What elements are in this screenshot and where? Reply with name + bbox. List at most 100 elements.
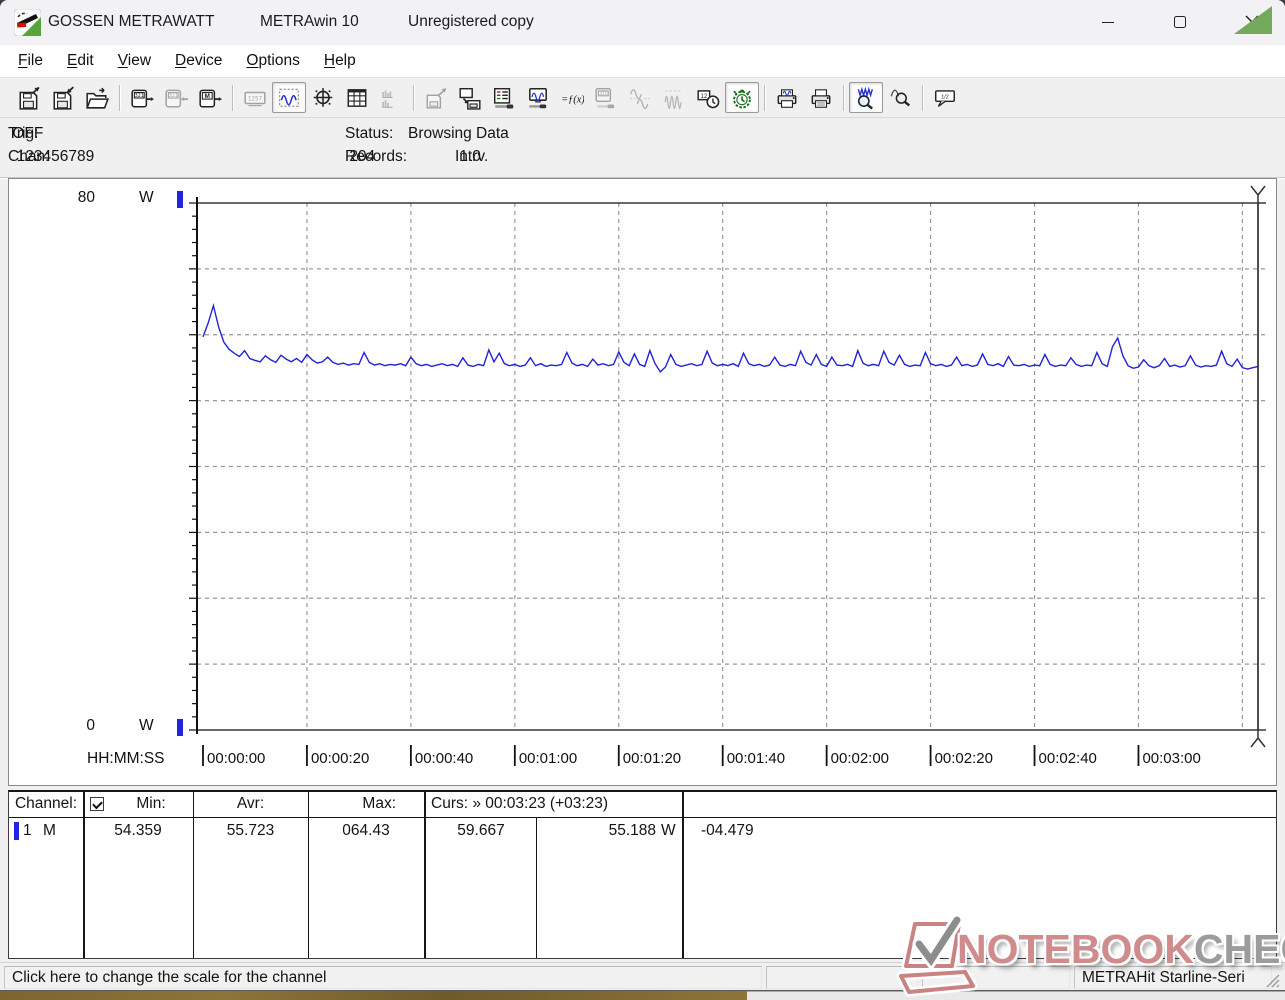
chart-panel[interactable]: 80 W 0 W HH:MM:SS 00:00:0000:00:2000:00:…	[8, 178, 1277, 786]
callout-icon: 1/2	[933, 86, 957, 110]
app-window: GOSSEN METRAWATT METRAwin 10 Unregistere…	[0, 0, 1285, 991]
chart-view-icon	[277, 86, 301, 110]
svg-text:12: 12	[700, 93, 707, 100]
channel-number: 1	[23, 822, 32, 840]
svg-text:1257: 1257	[248, 96, 263, 102]
open-file-button[interactable]	[80, 82, 114, 113]
store-config-icon	[458, 86, 482, 110]
y-axis-unit-top: W	[139, 189, 154, 207]
titlebar: GOSSEN METRAWATT METRAwin 10 Unregistere…	[0, 0, 1285, 45]
device-config-icon: 321	[594, 86, 618, 110]
y-axis-min-label: 0	[65, 717, 95, 735]
monitor-settings-button[interactable]	[521, 82, 555, 113]
table-divider	[682, 792, 684, 958]
cursor-handle-top[interactable]	[1251, 186, 1265, 203]
channel-settings-icon	[492, 86, 516, 110]
channel-min-value: 54.359	[83, 822, 193, 840]
sampling-icon	[662, 86, 686, 110]
timer-button[interactable]	[725, 82, 759, 113]
xy-view-icon	[311, 86, 335, 110]
col-header-min: Min:	[109, 795, 193, 813]
export-file-button[interactable]	[12, 82, 46, 113]
toolbar-separator	[917, 85, 928, 111]
menu-help-label: Help	[324, 52, 356, 69]
channel-scale-marker-top[interactable]	[177, 191, 183, 208]
x-axis-tick-label: 00:01:40	[727, 750, 785, 767]
formula-button[interactable]: =ƒ(x)	[555, 82, 589, 113]
statistics-view-button	[374, 82, 408, 113]
channel-mode: M	[43, 822, 56, 840]
table-divider	[308, 792, 309, 958]
menu-device[interactable]: Device	[163, 47, 234, 75]
cursor-handle-bottom[interactable]	[1251, 730, 1265, 747]
menubar: File Edit View Device Options Help	[0, 45, 1285, 78]
records-value: 204	[349, 148, 375, 166]
menu-view[interactable]: View	[106, 47, 163, 75]
print-preview-button[interactable]	[770, 82, 804, 113]
chart-view-button[interactable]	[272, 82, 306, 113]
print-button[interactable]	[804, 82, 838, 113]
menu-file[interactable]: File	[6, 47, 55, 75]
titlebar-license: Unregistered copy	[408, 13, 534, 31]
store-config-button[interactable]	[453, 82, 487, 113]
timer-icon	[730, 86, 754, 110]
menu-help[interactable]: Help	[312, 47, 368, 75]
channel-visible-checkbox[interactable]	[90, 797, 104, 811]
annotation-button[interactable]: 1/2	[928, 82, 962, 113]
status-label: Status:	[345, 125, 393, 143]
resize-grip-icon[interactable]	[1265, 973, 1280, 988]
y-axis-unit-bottom: W	[139, 717, 154, 735]
print-chart-icon	[775, 86, 799, 110]
analog-output-button	[623, 82, 657, 113]
col-header-channel: Channel:	[9, 795, 83, 813]
toolbar-separator	[227, 85, 238, 111]
xy-view-button[interactable]	[306, 82, 340, 113]
table-header-divider	[9, 817, 1276, 818]
zoom-curve-button[interactable]	[883, 82, 917, 113]
table-divider	[83, 792, 85, 958]
x-axis-tick-label: 00:02:40	[1039, 750, 1097, 767]
minimize-icon	[1102, 22, 1114, 23]
menu-edit[interactable]: Edit	[55, 47, 106, 75]
app-logo-icon	[14, 9, 41, 36]
svg-text:321: 321	[169, 93, 178, 99]
zoom-curve-icon	[888, 86, 912, 110]
statusbar-section-2	[766, 966, 918, 989]
statusbar-section-3	[922, 966, 1070, 989]
menu-device-label: Device	[175, 52, 222, 69]
zoom-wave-button[interactable]	[849, 82, 883, 113]
channel-settings-button[interactable]	[487, 82, 521, 113]
menu-edit-label: Edit	[67, 52, 94, 69]
minimize-button[interactable]	[1085, 5, 1131, 39]
import-file-button[interactable]	[46, 82, 80, 113]
sampling-button	[657, 82, 691, 113]
statusbar-hint[interactable]: Click here to change the scale for the c…	[4, 966, 762, 989]
statusbar-device: METRAHit Starline-Seri	[1074, 966, 1272, 989]
status-value: Browsing Data	[408, 125, 509, 143]
chart-plot[interactable]	[9, 179, 1276, 785]
toolbar: 321 321 M 1257 =ƒ(x) 321 12 1/2	[0, 78, 1285, 118]
status-bar: Click here to change the scale for the c…	[0, 962, 1285, 991]
menu-file-label: File	[18, 52, 43, 69]
bars-view-icon	[379, 86, 403, 110]
channel-scale-marker-bottom[interactable]	[177, 719, 183, 736]
toolbar-separator	[114, 85, 125, 111]
maximize-icon	[1174, 16, 1186, 28]
time-settings-icon: 12	[696, 86, 720, 110]
trig-value: OFF	[12, 125, 43, 143]
print-icon	[809, 86, 833, 110]
folder-open-icon	[85, 86, 109, 110]
floppy-export-icon	[17, 86, 41, 110]
toolbar-separator	[408, 85, 419, 111]
col-header-avr: Avr:	[193, 795, 308, 813]
time-settings-button[interactable]: 12	[691, 82, 725, 113]
table-divider	[193, 792, 194, 958]
read-device-button[interactable]: 321	[125, 82, 159, 113]
formula-icon: =ƒ(x)	[560, 86, 584, 110]
menu-options[interactable]: Options	[234, 47, 311, 75]
floppy-import-icon	[51, 86, 75, 110]
table-view-button[interactable]	[340, 82, 374, 113]
numeric-display-icon: 1257	[243, 86, 267, 110]
maximize-button[interactable]	[1157, 5, 1203, 39]
memory-device-button[interactable]: M	[193, 82, 227, 113]
